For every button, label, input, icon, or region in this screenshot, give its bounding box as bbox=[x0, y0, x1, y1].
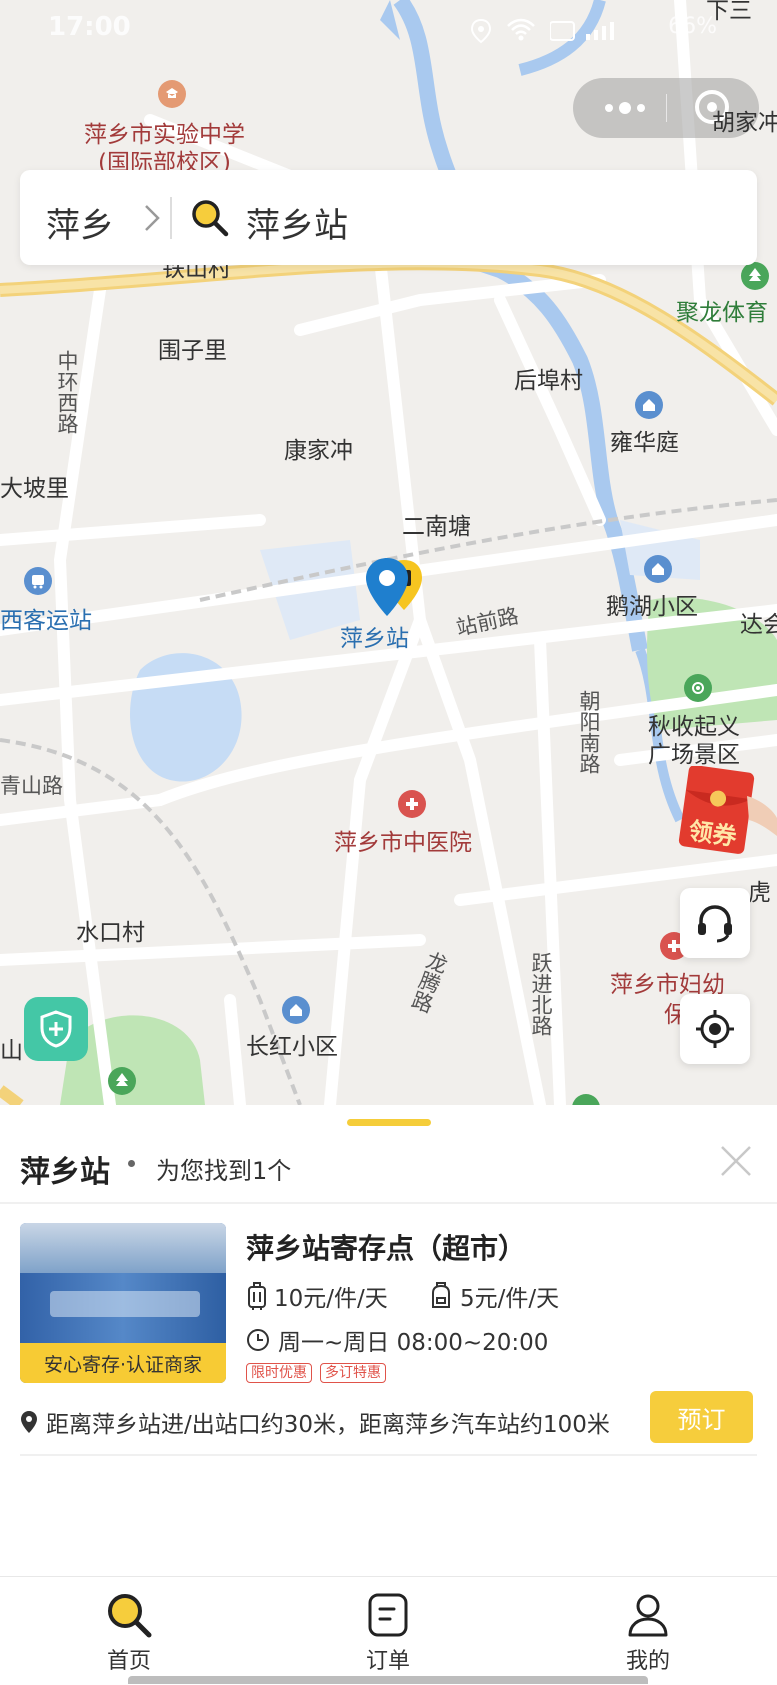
locate-me-button[interactable] bbox=[680, 994, 750, 1064]
profile-icon bbox=[628, 1594, 668, 1637]
search-bar[interactable]: 萍乡 萍乡站 bbox=[20, 170, 757, 265]
certified-tag: 安心寄存·认证商家 bbox=[20, 1343, 226, 1383]
tab-orders[interactable]: 订单 bbox=[328, 1591, 448, 1675]
map-label: 二南塘 bbox=[402, 514, 471, 540]
coupon-label: 领券 bbox=[686, 816, 739, 852]
results-title: 萍乡站 bbox=[20, 1155, 110, 1190]
distance-info: 距离萍乡站进/出站口约30米，距离萍乡汽车站约100米 bbox=[20, 1405, 610, 1439]
map-label: 康家冲 bbox=[284, 438, 353, 464]
store-name[interactable]: 萍乡站寄存点（超市） bbox=[246, 1227, 526, 1267]
opening-hours: 周一~周日 08:00~20:00 bbox=[246, 1323, 548, 1357]
crosshair-icon bbox=[696, 1010, 734, 1048]
map-label: 雍华庭 bbox=[610, 430, 679, 456]
distance-text: 距离萍乡站进/出站口约30米，距离萍乡汽车站约100米 bbox=[46, 1412, 610, 1438]
map-label: 围子里 bbox=[158, 338, 227, 364]
backpack-icon bbox=[432, 1282, 450, 1308]
map-label: 山 bbox=[0, 1038, 23, 1064]
tab-home[interactable]: 首页 bbox=[69, 1591, 189, 1675]
price-large-luggage: 10元/件/天 bbox=[246, 1279, 388, 1313]
customer-service-button[interactable] bbox=[680, 888, 750, 958]
more-icon[interactable] bbox=[605, 78, 645, 138]
bus-station-icon bbox=[24, 567, 52, 595]
price-small-luggage: 5元/件/天 bbox=[428, 1279, 559, 1313]
map-label: 聚龙体育 bbox=[676, 300, 768, 326]
home-indicator bbox=[128, 1676, 648, 1684]
search-input[interactable]: 萍乡站 bbox=[246, 198, 348, 247]
search-icon bbox=[192, 200, 229, 237]
shield-icon bbox=[40, 1010, 72, 1048]
tab-profile[interactable]: 我的 bbox=[588, 1591, 708, 1675]
scenic-icon bbox=[684, 674, 712, 702]
location-pin-icon[interactable] bbox=[364, 556, 410, 618]
tab-label: 订单 bbox=[365, 1649, 410, 1674]
map-label: 鹅湖小区 bbox=[606, 594, 698, 620]
divider bbox=[170, 197, 172, 239]
promo-badges: 限时优惠 多订特惠 bbox=[246, 1363, 386, 1383]
map-label: 萍乡市中医院 bbox=[334, 830, 472, 856]
map-label: 大坡里 bbox=[0, 476, 69, 502]
map-label: 西客运站 bbox=[0, 608, 92, 634]
park-tree-icon bbox=[108, 1067, 136, 1095]
residence-icon bbox=[644, 555, 672, 583]
promo-badge: 限时优惠 bbox=[246, 1363, 312, 1383]
map-label: 下三 bbox=[706, 0, 752, 24]
wifi-icon bbox=[507, 18, 535, 41]
map-label: 广场景区 bbox=[648, 742, 740, 768]
results-count: 为您找到1个 bbox=[156, 1157, 292, 1185]
hospital-icon bbox=[398, 790, 426, 818]
price-large: 10元/件/天 bbox=[274, 1286, 388, 1312]
drag-handle[interactable] bbox=[347, 1119, 431, 1126]
coupon-button[interactable]: 领券 bbox=[677, 765, 777, 862]
residence-icon bbox=[635, 391, 663, 419]
city-selector[interactable]: 萍乡 bbox=[46, 198, 114, 247]
divider bbox=[0, 1202, 777, 1204]
close-icon[interactable] bbox=[718, 1143, 754, 1179]
tab-label: 我的 bbox=[625, 1649, 670, 1674]
signal-icon bbox=[550, 21, 614, 41]
chevron-right-icon bbox=[145, 205, 160, 231]
map-label: 萍乡市实验中学 bbox=[84, 122, 245, 148]
results-sheet: 萍乡站 为您找到1个 安心寄存·认证商家 萍乡站寄存点（超市） 10元/件/天 … bbox=[0, 1105, 777, 1576]
map-label: 长红小区 bbox=[246, 1034, 338, 1060]
price-small: 5元/件/天 bbox=[460, 1286, 560, 1312]
search-icon bbox=[108, 1594, 152, 1638]
school-icon bbox=[158, 80, 186, 108]
status-bar: 17:00 66% bbox=[0, 0, 777, 56]
map-label: 虎 bbox=[748, 880, 771, 906]
map-road-label: 青山路 bbox=[0, 774, 63, 798]
map-label-station: 萍乡站 bbox=[340, 626, 409, 652]
divider bbox=[20, 1454, 757, 1456]
map-label: 后埠村 bbox=[514, 368, 583, 394]
map-label: 水口村 bbox=[76, 920, 145, 946]
hours-text: 周一~周日 08:00~20:00 bbox=[278, 1330, 549, 1356]
map-label: 秋收起义 bbox=[648, 714, 740, 740]
store-thumbnail[interactable]: 安心寄存·认证商家 bbox=[20, 1223, 226, 1383]
map-road-label: 朝阳南路 bbox=[577, 690, 601, 774]
book-button[interactable]: 预订 bbox=[650, 1391, 753, 1443]
residence-icon bbox=[282, 996, 310, 1024]
promo-badge: 多订特惠 bbox=[320, 1363, 386, 1383]
clock-icon bbox=[247, 1329, 269, 1351]
location-status-icon bbox=[470, 18, 492, 44]
location-pin-icon bbox=[21, 1411, 37, 1433]
map-road-label: 跃进北路 bbox=[529, 952, 553, 1036]
order-icon bbox=[368, 1593, 408, 1637]
park-tree-icon bbox=[741, 262, 769, 290]
status-time: 17:00 bbox=[48, 12, 131, 42]
map-label: 胡家冲 bbox=[712, 110, 777, 136]
bottom-tab-bar: 首页 订单 我的 bbox=[0, 1576, 777, 1685]
map-view[interactable]: 17:00 66% 萍乡市实验中学 (国际部校区) 胡家冲 下三 铁山村 围子里… bbox=[0, 0, 777, 1105]
suitcase-icon bbox=[248, 1282, 266, 1310]
headset-icon bbox=[698, 905, 732, 943]
map-label: 达会 bbox=[740, 612, 777, 638]
safety-shield-button[interactable] bbox=[24, 997, 88, 1061]
separator-dot bbox=[128, 1160, 135, 1167]
map-road-label: 中环西路 bbox=[55, 350, 79, 434]
tab-label: 首页 bbox=[106, 1649, 151, 1674]
